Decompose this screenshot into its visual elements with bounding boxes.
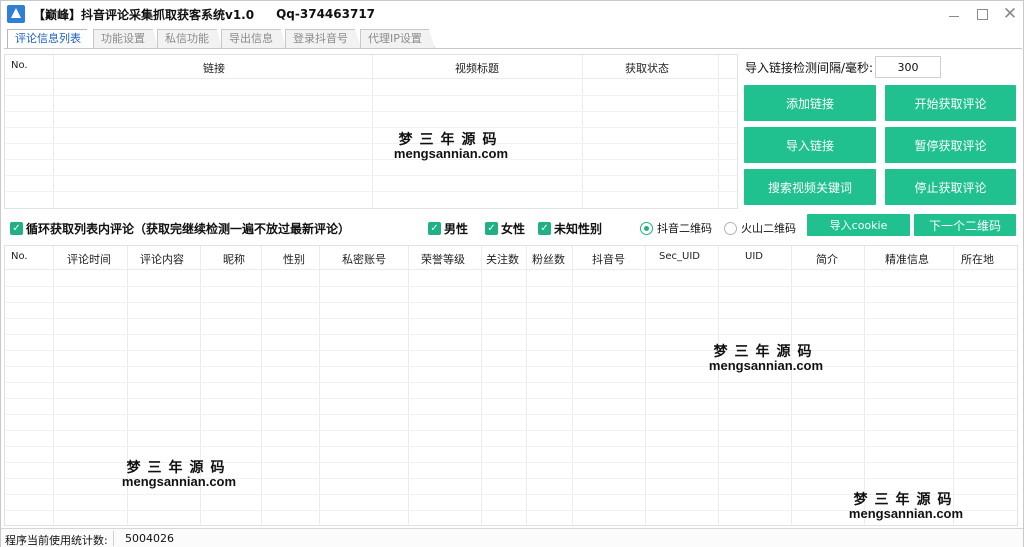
tab-export[interactable]: 导出信息 [221, 29, 286, 48]
column-header[interactable]: 评论内容 [140, 251, 184, 267]
add-link-button[interactable]: 添加链接 [744, 85, 876, 121]
minimize-icon [949, 15, 959, 17]
radio-unselected-icon [724, 221, 737, 235]
maximize-icon [976, 8, 988, 20]
column-header[interactable]: UID [745, 251, 763, 262]
check-icon: ✓ [538, 222, 551, 235]
column-header[interactable]: 链接 [203, 60, 225, 76]
column-header[interactable]: No. [11, 60, 28, 71]
column-header[interactable]: 昵称 [223, 251, 245, 267]
start-comments-button[interactable]: 开始获取评论 [885, 85, 1016, 121]
column-header[interactable]: No. [11, 251, 28, 262]
import-cookie-button[interactable]: 导入cookie [807, 214, 910, 236]
column-header[interactable]: 所在地 [961, 251, 994, 267]
column-header[interactable]: 简介 [816, 251, 838, 267]
tab-feature-settings[interactable]: 功能设置 [93, 29, 158, 48]
check-icon: ✓ [428, 222, 441, 235]
tab-divider [4, 48, 1022, 49]
column-header[interactable]: Sec_UID [659, 251, 700, 262]
window-qq: Qq-374463717 [276, 7, 376, 21]
window-title: 【巅峰】抖音评论采集抓取获客系统v1.0 [33, 7, 255, 22]
import-link-button[interactable]: 导入链接 [744, 127, 876, 163]
column-header[interactable]: 粉丝数 [532, 251, 565, 267]
tab-login-douyin[interactable]: 登录抖音号 [285, 29, 361, 48]
close-icon: ✕ [1002, 3, 1018, 24]
column-header[interactable]: 评论时间 [67, 251, 111, 267]
douyin-qr-radio[interactable]: 抖音二维码 [640, 220, 712, 236]
loop-fetch-checkbox[interactable]: ✓ 循环获取列表内评论（获取完继续检测一遍不放过最新评论） [10, 220, 350, 237]
interval-label: 导入链接检测间隔/毫秒: [745, 61, 874, 75]
column-header[interactable]: 性别 [283, 251, 305, 267]
comment-table-header: No. 评论时间 评论内容 昵称 性别 私密账号 荣誉等级 关注数 粉丝数 抖音… [5, 246, 1017, 270]
tab-private-message[interactable]: 私信功能 [157, 29, 222, 48]
app-window: 【巅峰】抖音评论采集抓取获客系统v1.0 Qq-374463717 ✕ 评论信息… [0, 0, 1024, 547]
watermark: 梦三年源码 mengsannian.com [121, 460, 237, 489]
tab-proxy-ip[interactable]: 代理IP设置 [360, 29, 435, 48]
search-keyword-button[interactable]: 搜索视频关键词 [744, 169, 876, 205]
usage-count-label: 程序当前使用统计数: [5, 534, 108, 547]
female-checkbox[interactable]: ✓ 女性 [485, 220, 525, 237]
column-header[interactable]: 获取状态 [625, 60, 669, 76]
huoshan-qr-radio[interactable]: 火山二维码 [724, 220, 796, 236]
tab-comment-list[interactable]: 评论信息列表 [7, 29, 94, 49]
link-table-header: No. 链接 视频标题 获取状态 [5, 55, 737, 79]
column-header[interactable]: 关注数 [486, 251, 519, 267]
maximize-button[interactable] [969, 1, 995, 27]
watermark: 梦三年源码 mengsannian.com [848, 492, 964, 521]
link-table[interactable]: No. 链接 视频标题 获取状态 [4, 54, 738, 209]
column-header[interactable]: 精准信息 [885, 251, 929, 267]
tab-bar: 评论信息列表 功能设置 私信功能 导出信息 登录抖音号 代理IP设置 [7, 29, 435, 49]
status-separator [113, 531, 114, 546]
usage-count-value: 5004026 [125, 532, 174, 545]
app-logo-icon [7, 5, 25, 23]
close-button[interactable]: ✕ [997, 1, 1023, 27]
column-header[interactable]: 抖音号 [592, 251, 625, 267]
column-header[interactable]: 视频标题 [455, 60, 499, 76]
male-checkbox[interactable]: ✓ 男性 [428, 220, 468, 237]
stop-comments-button[interactable]: 停止获取评论 [885, 169, 1016, 205]
watermark: 梦三年源码 mengsannian.com [393, 132, 509, 161]
radio-selected-icon [640, 221, 653, 235]
watermark: 梦三年源码 mengsannian.com [708, 344, 824, 373]
status-bar: 程序当前使用统计数: 5004026 [1, 528, 1023, 547]
window-controls: ✕ [939, 1, 1023, 27]
title-bar: 【巅峰】抖音评论采集抓取获客系统v1.0 Qq-374463717 ✕ [1, 1, 1023, 27]
minimize-button[interactable] [941, 1, 967, 27]
check-icon: ✓ [10, 222, 23, 235]
column-header[interactable]: 私密账号 [342, 251, 386, 267]
pause-comments-button[interactable]: 暂停获取评论 [885, 127, 1016, 163]
column-header[interactable]: 荣誉等级 [421, 251, 465, 267]
unknown-gender-checkbox[interactable]: ✓ 未知性别 [538, 220, 602, 237]
check-icon: ✓ [485, 222, 498, 235]
interval-input[interactable] [875, 56, 941, 78]
next-qrcode-button[interactable]: 下一个二维码 [914, 214, 1016, 236]
